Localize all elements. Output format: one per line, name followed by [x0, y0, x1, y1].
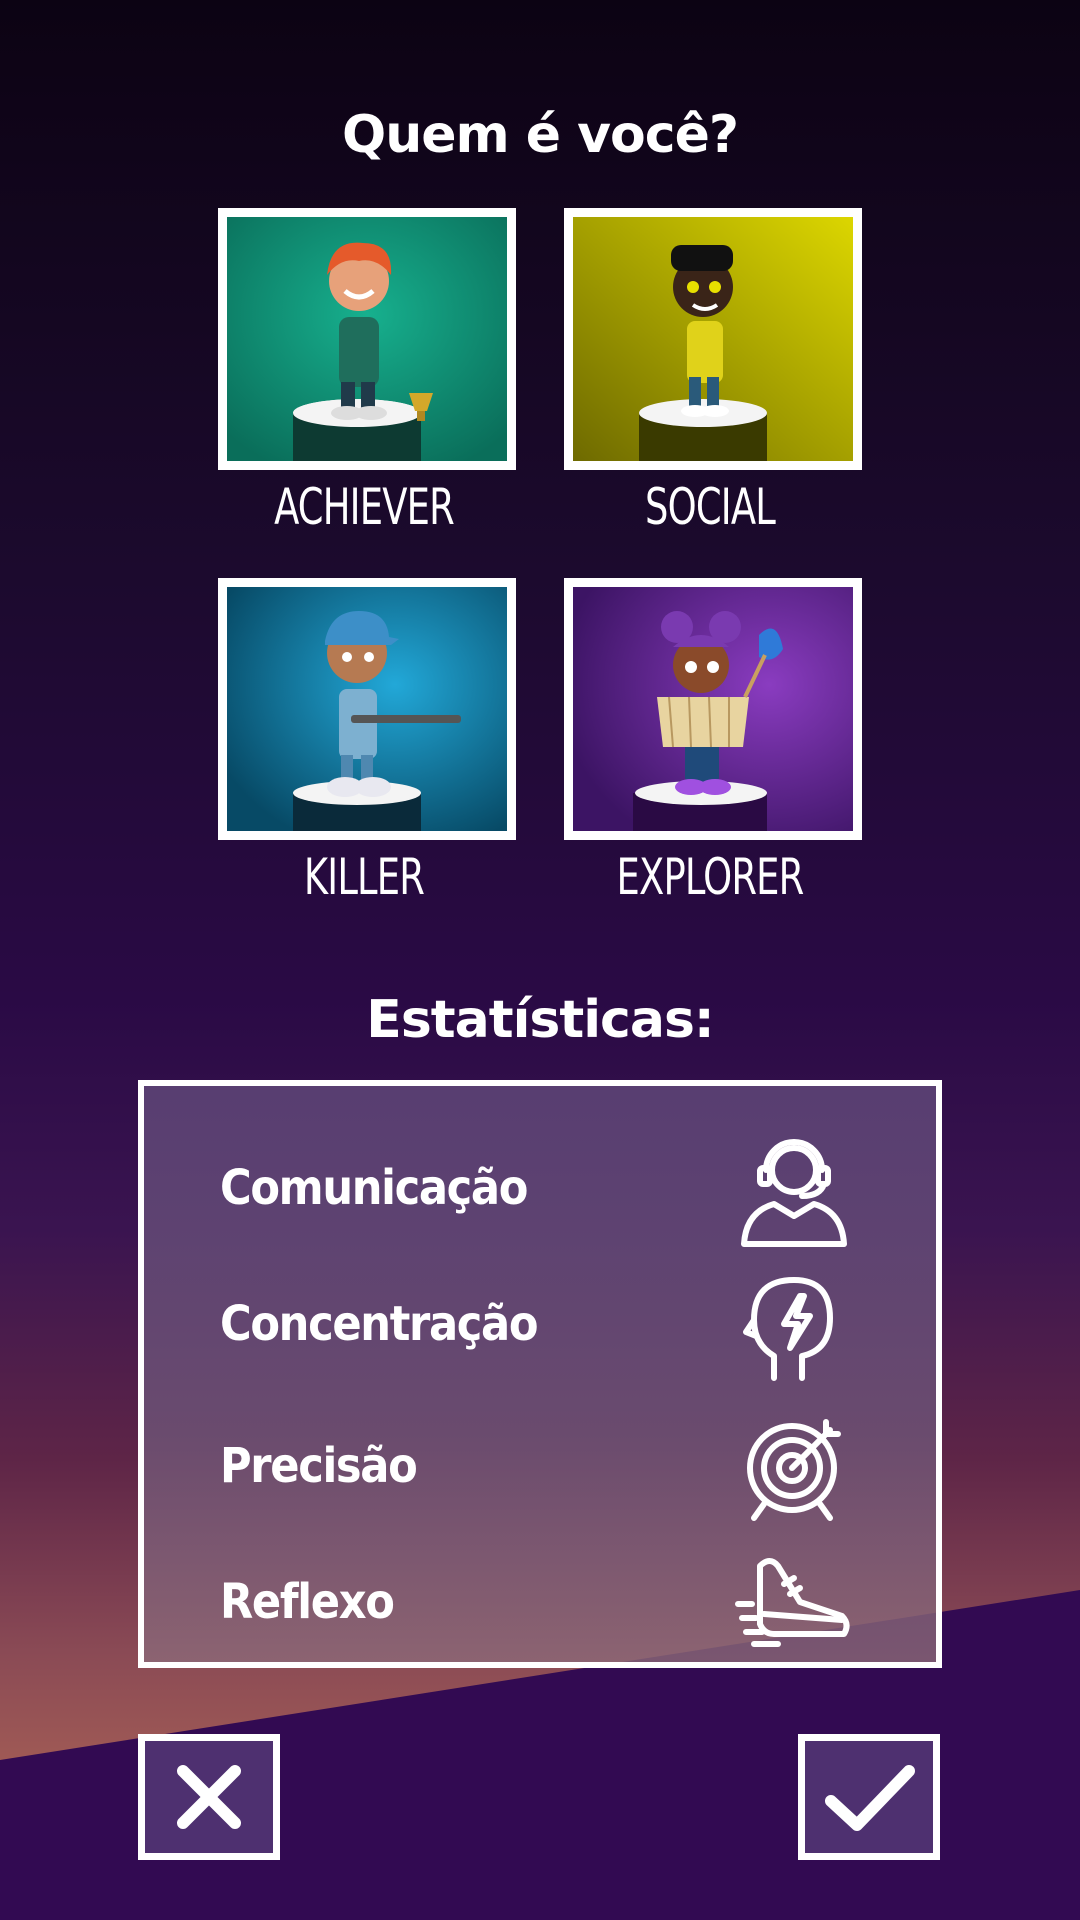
running-shoe-icon: [735, 1558, 850, 1647]
stats-title: Estatísticas:: [366, 990, 714, 1050]
explorer-character-image: [573, 587, 853, 831]
stat-row-comunicacao: Comunicação: [144, 1130, 936, 1250]
target-icon: [747, 1419, 841, 1521]
stat-row-reflexo: Reflexo: [144, 1544, 936, 1664]
profile-label-achiever: ACHIEVER: [274, 478, 455, 536]
checkmark-icon: [825, 1765, 915, 1831]
profile-card-killer[interactable]: [218, 578, 516, 840]
stat-label-concentracao: Concentração: [220, 1296, 539, 1352]
killer-character-image: [227, 587, 507, 831]
stat-label-reflexo: Reflexo: [220, 1574, 395, 1630]
profile-label-social: SOCIAL: [645, 478, 776, 536]
confirm-button[interactable]: [798, 1734, 940, 1860]
profile-card-social[interactable]: [564, 208, 862, 470]
stats-panel: Comunicação Concentração Precisão Reflex…: [138, 1080, 942, 1668]
profile-card-achiever[interactable]: [218, 208, 516, 470]
stat-row-concentracao: Concentração: [144, 1266, 936, 1386]
profile-label-explorer: EXPLORER: [616, 848, 805, 906]
profile-label-killer: KILLER: [303, 848, 425, 906]
close-icon: [177, 1765, 241, 1829]
profile-card-explorer[interactable]: [564, 578, 862, 840]
achiever-character-image: [227, 217, 507, 461]
head-lightning-icon: [743, 1277, 833, 1381]
page-title: Quem é você?: [341, 105, 739, 165]
stat-label-comunicacao: Comunicação: [220, 1160, 528, 1216]
cancel-button[interactable]: [138, 1734, 280, 1860]
social-character-image: [573, 217, 853, 461]
stat-label-precisao: Precisão: [220, 1438, 418, 1494]
stat-row-precisao: Precisão: [144, 1408, 936, 1528]
headset-person-icon: [741, 1139, 847, 1247]
